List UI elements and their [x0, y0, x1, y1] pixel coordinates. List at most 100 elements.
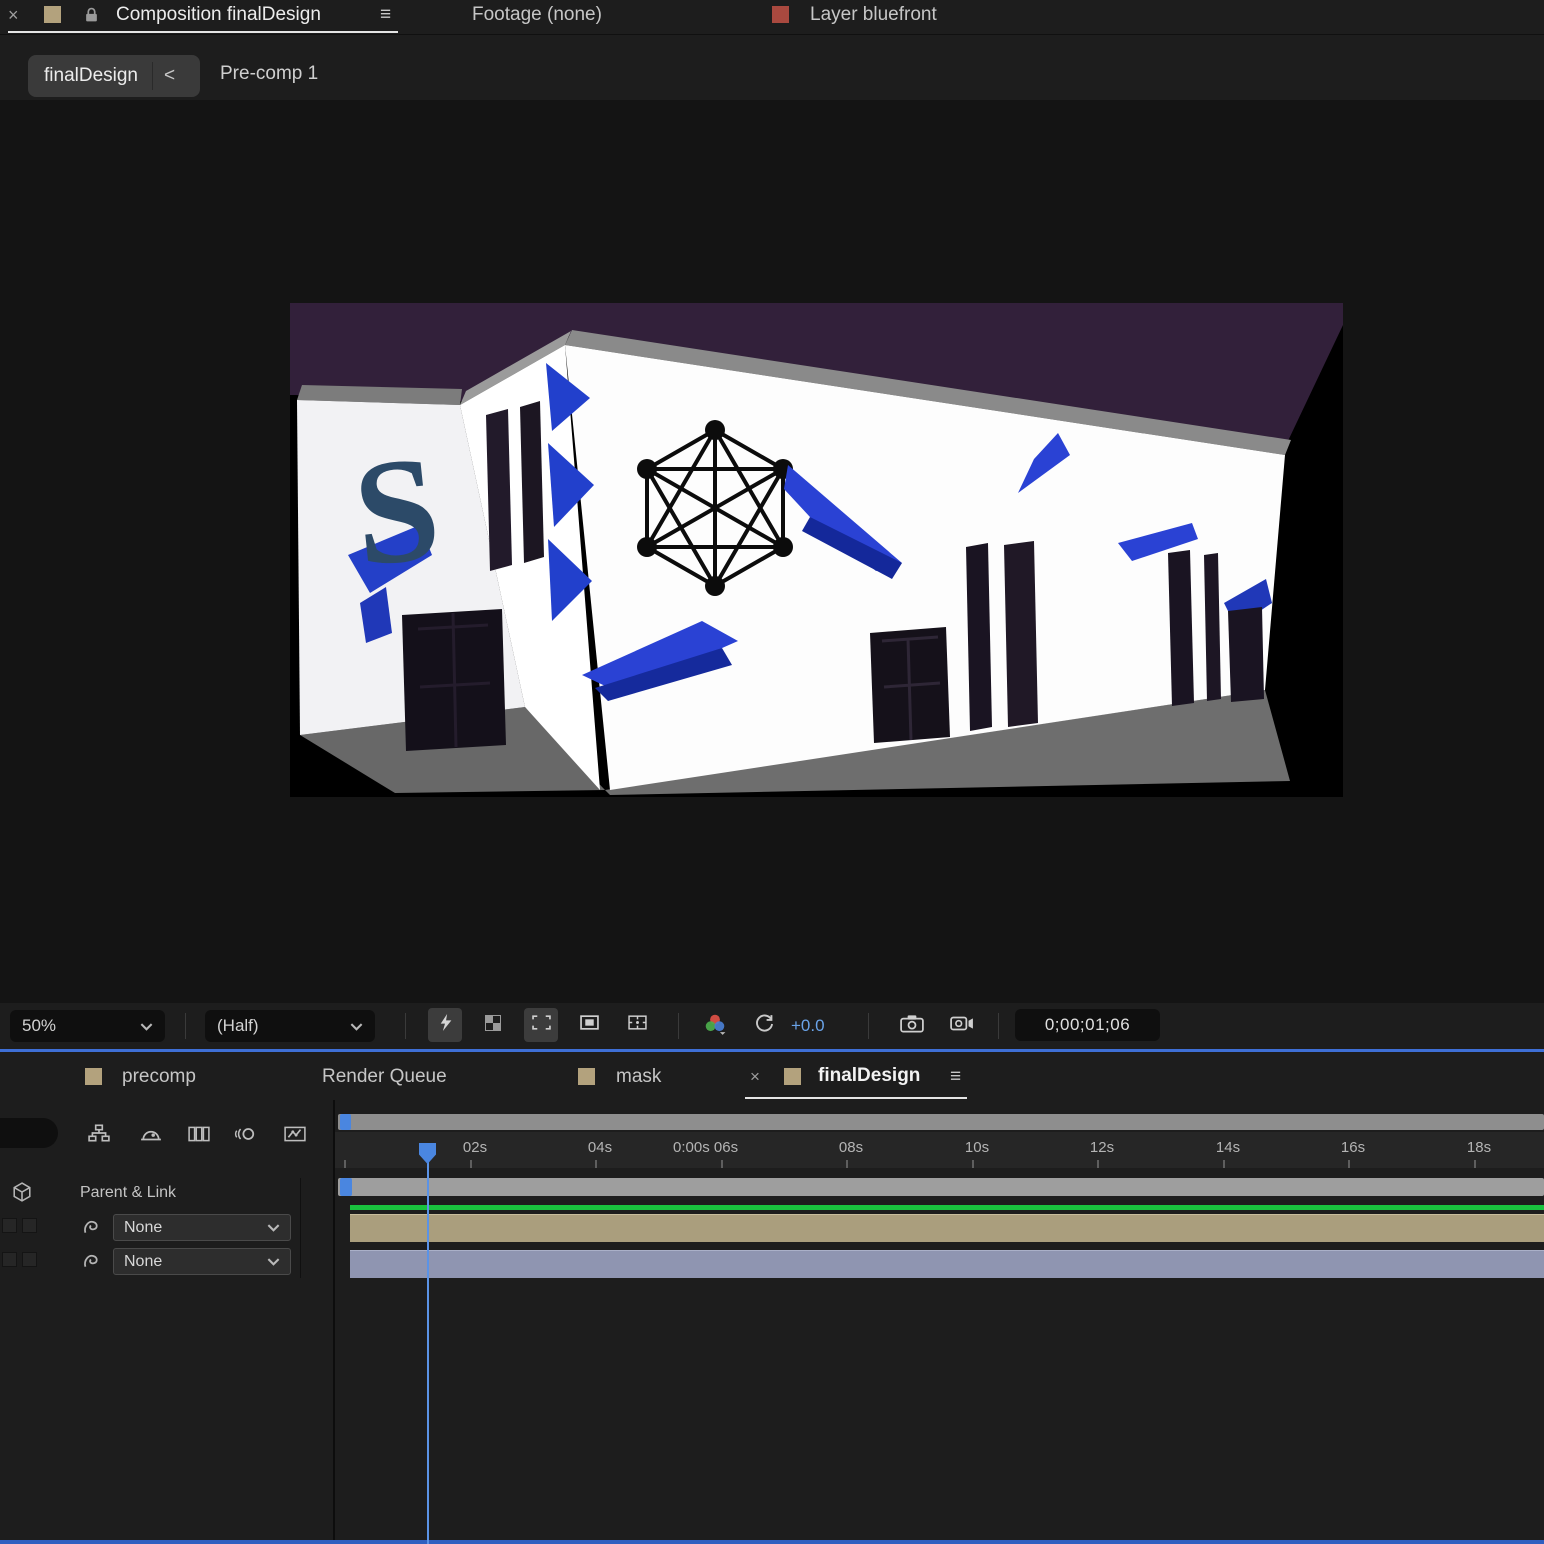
- layer-row: None: [0, 1212, 1544, 1245]
- magnification-value: 50%: [22, 1016, 56, 1036]
- parent-select-value: None: [124, 1253, 162, 1271]
- parent-select-value: None: [124, 1219, 162, 1237]
- divider: [678, 1013, 679, 1039]
- exposure-value[interactable]: +0.0: [791, 1016, 825, 1036]
- playhead-line[interactable]: [427, 1146, 429, 1544]
- rgb-channels-icon: [703, 1013, 727, 1040]
- camera-icon: [900, 1014, 924, 1038]
- cube-3d-icon: [12, 1182, 32, 1207]
- lock-icon[interactable]: [84, 6, 99, 29]
- current-time-field[interactable]: 0;00;01;06: [1015, 1009, 1160, 1041]
- panel-divider-accent[interactable]: [0, 1049, 1544, 1052]
- divider: [868, 1013, 869, 1039]
- layer-row: None: [0, 1246, 1544, 1279]
- comp-search-field[interactable]: [0, 1118, 58, 1148]
- breadcrumb: finalDesign < Pre-comp 1: [0, 48, 1544, 100]
- chevron-down-icon: [140, 1016, 153, 1036]
- breadcrumb-parent[interactable]: Pre-comp 1: [220, 63, 318, 85]
- shy-layers-icon[interactable]: [140, 1126, 162, 1147]
- tab-finaldesign[interactable]: finalDesign: [818, 1065, 920, 1087]
- breadcrumb-current-chip[interactable]: finalDesign <: [28, 55, 200, 97]
- layer-tab-swatch-icon: [772, 6, 789, 23]
- parent-pickwhip-icon[interactable]: [82, 1216, 102, 1241]
- bottom-panel-accent: [0, 1540, 1544, 1544]
- chevron-down-icon: [267, 1219, 280, 1237]
- timeline-tab-close-icon[interactable]: ×: [750, 1068, 760, 1085]
- active-tab-underline: [745, 1097, 967, 1099]
- rendered-frames-indicator: [350, 1205, 1544, 1210]
- composition-flowchart-icon[interactable]: [88, 1124, 110, 1147]
- show-channel-button[interactable]: [698, 1009, 732, 1043]
- frame-blending-icon[interactable]: [188, 1126, 210, 1147]
- divider: [998, 1013, 999, 1039]
- chevron-down-icon: [267, 1253, 280, 1271]
- time-navigator-start-handle[interactable]: [340, 1114, 351, 1130]
- transparency-grid-button[interactable]: [476, 1008, 510, 1042]
- reset-exposure-button[interactable]: [748, 1009, 780, 1043]
- magnification-select[interactable]: 50%: [10, 1010, 165, 1042]
- grid-guides-icon: [628, 1015, 647, 1035]
- divider: [185, 1013, 186, 1039]
- ruler-tick-marks: [335, 1132, 1544, 1168]
- parent-link-column-header: Parent & Link: [80, 1184, 176, 1202]
- grid-guides-button[interactable]: [620, 1008, 654, 1042]
- fast-previews-button[interactable]: [428, 1008, 462, 1042]
- divider: [405, 1013, 406, 1039]
- layer-audio-toggle[interactable]: [22, 1252, 37, 1267]
- precomp-tab-swatch-icon: [85, 1068, 102, 1085]
- lightning-icon: [438, 1014, 452, 1036]
- tab-render-queue[interactable]: Render Queue: [322, 1066, 447, 1088]
- region-of-interest-button[interactable]: [524, 1008, 558, 1042]
- mask-icon: [580, 1015, 599, 1035]
- comp-tab-bar: × Composition finalDesign ≡ Footage (non…: [0, 0, 1544, 34]
- resolution-value: (Half): [217, 1016, 259, 1036]
- tab-precomp[interactable]: precomp: [122, 1066, 196, 1088]
- layer-audio-toggle[interactable]: [22, 1218, 37, 1233]
- after-effects-window: × Composition finalDesign ≡ Footage (non…: [0, 0, 1544, 1544]
- active-tab-underline: [8, 31, 398, 33]
- tab-footage[interactable]: Footage (none): [472, 4, 602, 26]
- finaldesign-tab-swatch-icon: [784, 1068, 801, 1085]
- timecode-value: 0;00;01;06: [1045, 1015, 1130, 1035]
- take-snapshot-button[interactable]: [894, 1009, 930, 1043]
- layer-duration-bar[interactable]: [350, 1250, 1544, 1278]
- tab-layer[interactable]: Layer bluefront: [810, 4, 937, 26]
- viewer-footer-toolbar: 50% (Half) +0.0: [0, 1003, 1544, 1049]
- tab-mask[interactable]: mask: [616, 1066, 661, 1088]
- parent-pickwhip-icon[interactable]: [82, 1250, 102, 1275]
- timeline-menu-icon[interactable]: ≡: [950, 1067, 961, 1086]
- chevron-down-icon: [350, 1016, 363, 1036]
- reset-exposure-icon: [754, 1013, 775, 1039]
- mask-visibility-button[interactable]: [572, 1008, 606, 1042]
- tab-composition[interactable]: Composition finalDesign: [116, 4, 321, 26]
- breadcrumb-back-icon[interactable]: <: [153, 65, 186, 87]
- breadcrumb-current-label: finalDesign: [28, 65, 152, 87]
- building-logo-s: S: [347, 424, 447, 598]
- layer-video-toggle[interactable]: [2, 1252, 17, 1267]
- time-ruler[interactable]: 0:00s 02s 04s 06s 08s 10s 12s 14s 16s 18…: [335, 1132, 1544, 1168]
- mask-tab-swatch-icon: [578, 1068, 595, 1085]
- parent-select[interactable]: None: [113, 1214, 291, 1241]
- parent-select[interactable]: None: [113, 1248, 291, 1275]
- checkerboard-icon: [485, 1015, 501, 1036]
- motion-blur-icon[interactable]: [234, 1126, 256, 1147]
- panel-close-icon[interactable]: ×: [8, 6, 19, 24]
- region-of-interest-icon: [532, 1015, 551, 1035]
- comp-tab-swatch-icon: [44, 6, 61, 23]
- work-area-start-handle[interactable]: [340, 1178, 352, 1196]
- resolution-select[interactable]: (Half): [205, 1010, 375, 1042]
- composition-preview[interactable]: S: [290, 303, 1343, 797]
- divider: [0, 34, 1544, 35]
- panel-menu-icon[interactable]: ≡: [380, 5, 391, 24]
- timeline-tab-bar: precomp Render Queue mask × finalDesign …: [0, 1054, 1544, 1100]
- timeline-panel: 0:00s 02s 04s 06s 08s 10s 12s 14s 16s 18…: [0, 1100, 1544, 1544]
- building-projection-render: S: [290, 303, 1343, 797]
- work-area-bar[interactable]: [338, 1178, 1544, 1196]
- layer-video-toggle[interactable]: [2, 1218, 17, 1233]
- graph-editor-icon[interactable]: [284, 1126, 306, 1147]
- layer-duration-bar[interactable]: [350, 1214, 1544, 1242]
- show-snapshot-icon: [950, 1014, 974, 1038]
- show-snapshot-button[interactable]: [944, 1009, 980, 1043]
- composition-viewer[interactable]: S: [0, 100, 1544, 1003]
- time-navigator-bar[interactable]: [338, 1114, 1544, 1130]
